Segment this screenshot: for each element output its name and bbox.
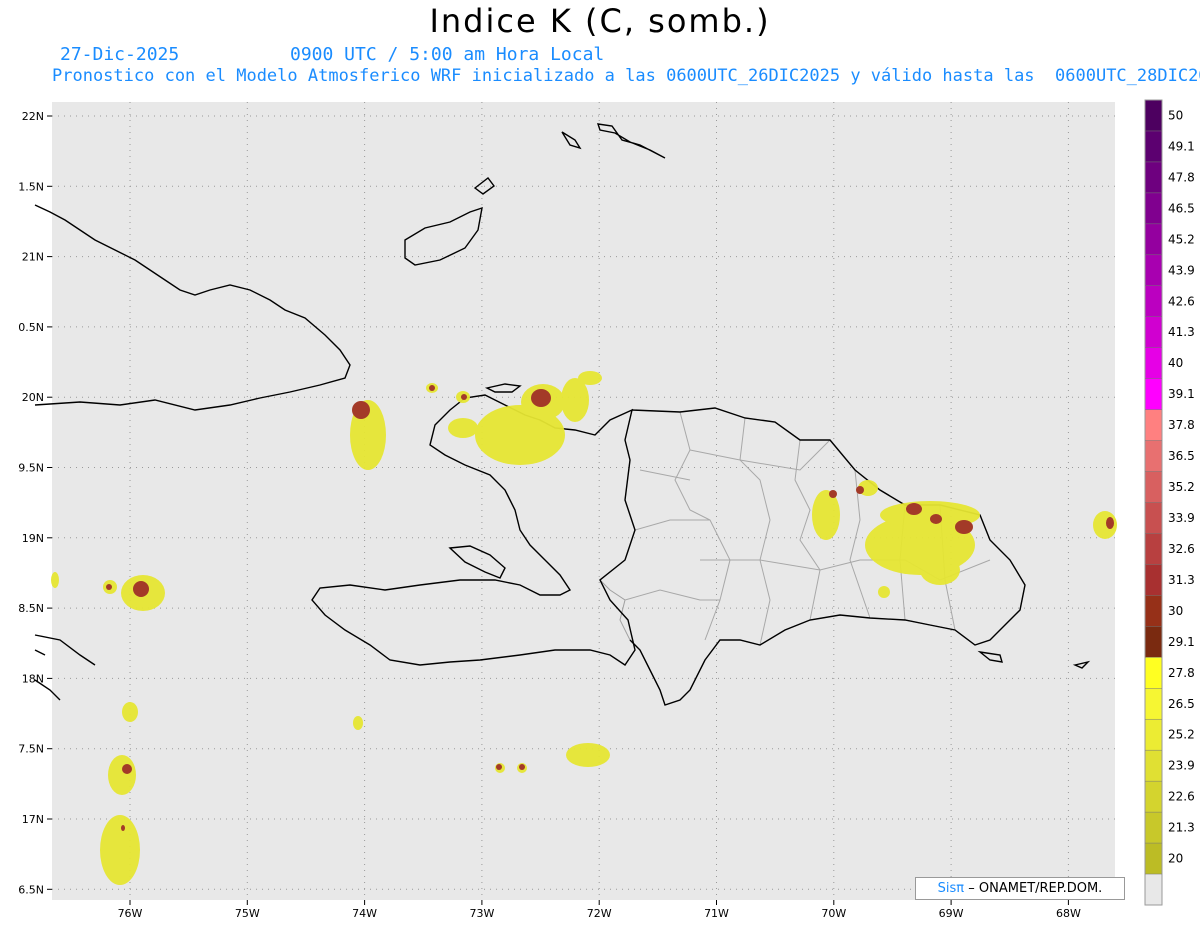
colorbar-segment bbox=[1145, 285, 1162, 318]
colorbar-label: 39.1 bbox=[1168, 387, 1195, 401]
credit-text: – ONAMET/REP.DOM. bbox=[968, 881, 1103, 896]
colorbar-segment bbox=[1145, 161, 1162, 194]
lon-label: 76W bbox=[118, 907, 143, 920]
colorbar-label: 47.8 bbox=[1168, 170, 1195, 184]
colorbar-segment bbox=[1145, 533, 1162, 565]
colorbar-label: 33.9 bbox=[1168, 511, 1195, 525]
colorbar-label: 22.6 bbox=[1168, 790, 1195, 804]
lat-label: 0.5N bbox=[18, 321, 44, 334]
colorbar-segment bbox=[1145, 843, 1162, 875]
lon-label: 74W bbox=[352, 907, 377, 920]
colorbar-label: 42.6 bbox=[1168, 294, 1195, 308]
colorbar-segment bbox=[1145, 502, 1162, 534]
colorbar-label: 43.9 bbox=[1168, 263, 1195, 277]
lon-label: 68W bbox=[1056, 907, 1081, 920]
lat-label: 18N bbox=[22, 672, 44, 685]
colorbar-label: 40 bbox=[1168, 356, 1183, 370]
lat-label: 6.5N bbox=[18, 883, 44, 896]
longitude-labels: 76W 75W 74W 73W 72W 71W 70W 69W 68W bbox=[118, 907, 1081, 920]
forecast-map: 22N 1.5N 21N 0.5N 20N 9.5N 19N 8.5N 18N 7.5N 17N 6.… bbox=[18, 99, 1195, 920]
colorbar-label: 21.3 bbox=[1168, 821, 1195, 835]
colorbar-segment bbox=[1145, 812, 1162, 844]
color-bar: 50 49.1 47.8 46.5 45.2 43.9 42.6 41.3 40 39.1 37.8… bbox=[1144, 99, 1195, 906]
lat-label: 20N bbox=[22, 391, 44, 404]
colorbar-label: 26.5 bbox=[1168, 697, 1195, 711]
colorbar-segment bbox=[1145, 657, 1162, 689]
colorbar-segment bbox=[1145, 874, 1162, 906]
colorbar-label: 41.3 bbox=[1168, 325, 1195, 339]
lat-label: 17N bbox=[22, 813, 44, 826]
lat-label: 21N bbox=[22, 251, 44, 264]
colorbar-label: 27.8 bbox=[1168, 666, 1195, 680]
colorbar-segment bbox=[1145, 471, 1162, 503]
colorbar-label: 31.3 bbox=[1168, 573, 1195, 587]
colorbar-label: 20 bbox=[1168, 852, 1183, 866]
sispi-logo: Sisπ bbox=[937, 881, 965, 896]
colorbar-segment bbox=[1145, 378, 1162, 411]
map-area bbox=[52, 102, 1115, 900]
colorbar-segment bbox=[1145, 564, 1162, 596]
colorbar-segment bbox=[1145, 130, 1162, 163]
colorbar-segment bbox=[1145, 192, 1162, 225]
credit-box: Sisπ – ONAMET/REP.DOM. bbox=[915, 877, 1125, 900]
lon-label: 73W bbox=[469, 907, 494, 920]
colorbar-segment bbox=[1145, 781, 1162, 813]
lon-label: 72W bbox=[587, 907, 612, 920]
colorbar-segment bbox=[1145, 409, 1162, 442]
colorbar-segment bbox=[1145, 719, 1162, 751]
colorbar-segment bbox=[1145, 223, 1162, 256]
colorbar-segment bbox=[1145, 688, 1162, 720]
lat-label: 19N bbox=[22, 532, 44, 545]
colorbar-segment bbox=[1145, 316, 1162, 349]
lat-label: 7.5N bbox=[18, 743, 44, 756]
lon-label: 75W bbox=[235, 907, 260, 920]
colorbar-label: 29.1 bbox=[1168, 635, 1195, 649]
lat-label: 8.5N bbox=[18, 602, 44, 615]
colorbar-segment bbox=[1145, 626, 1162, 658]
lat-label: 9.5N bbox=[18, 462, 44, 475]
colorbar-segment bbox=[1145, 254, 1162, 287]
lon-label: 70W bbox=[821, 907, 846, 920]
lon-label: 69W bbox=[939, 907, 964, 920]
colorbar-label: 32.6 bbox=[1168, 542, 1195, 556]
latitude-labels: 22N 1.5N 21N 0.5N 20N 9.5N 19N 8.5N 18N 7.5N 17N 6.… bbox=[18, 110, 44, 896]
colorbar-label: 23.9 bbox=[1168, 759, 1195, 773]
colorbar-label: 30 bbox=[1168, 604, 1183, 618]
colorbar-segment bbox=[1145, 595, 1162, 627]
colorbar-label: 50 bbox=[1168, 108, 1183, 122]
colorbar-segment bbox=[1145, 750, 1162, 782]
lat-label: 1.5N bbox=[18, 180, 44, 193]
colorbar-label: 25.2 bbox=[1168, 728, 1195, 742]
colorbar-label: 45.2 bbox=[1168, 232, 1195, 246]
colorbar-label: 35.2 bbox=[1168, 480, 1195, 494]
lat-label: 22N bbox=[22, 110, 44, 123]
colorbar-label: 36.5 bbox=[1168, 449, 1195, 463]
colorbar-segment bbox=[1145, 100, 1162, 132]
colorbar-label: 46.5 bbox=[1168, 201, 1195, 215]
colorbar-segment bbox=[1145, 440, 1162, 473]
lon-label: 71W bbox=[704, 907, 729, 920]
colorbar-label: 37.8 bbox=[1168, 418, 1195, 432]
colorbar-label: 49.1 bbox=[1168, 139, 1195, 153]
colorbar-segment bbox=[1145, 347, 1162, 380]
